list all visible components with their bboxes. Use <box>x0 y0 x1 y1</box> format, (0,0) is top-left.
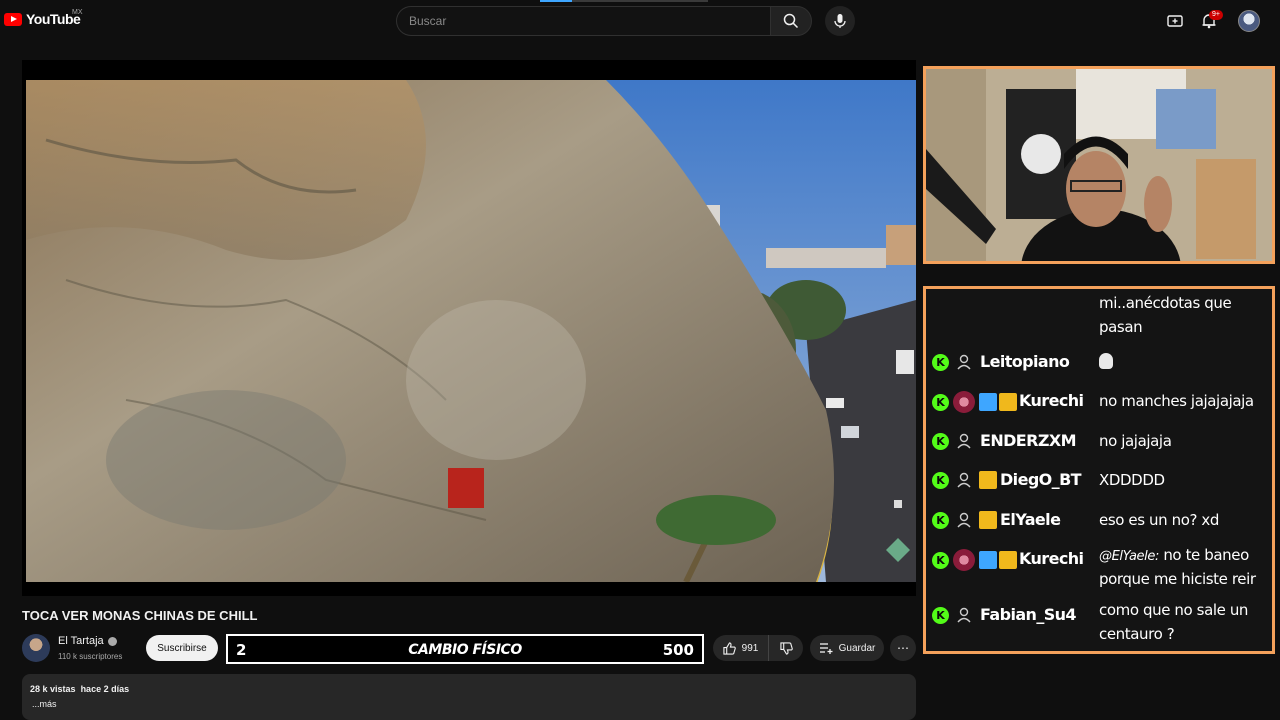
show-more-link[interactable]: ...más <box>32 699 57 709</box>
verified-icon <box>107 636 117 646</box>
region-code: MX <box>72 9 83 16</box>
crown-badge-icon <box>999 551 1017 569</box>
more-actions-button[interactable]: ⋯ <box>890 635 916 661</box>
youtube-logo[interactable]: YouTube MX <box>4 9 83 27</box>
video-content <box>26 80 916 582</box>
kick-badge-icon: K <box>932 354 949 371</box>
save-icon <box>819 643 833 654</box>
kick-badge-icon: K <box>932 552 949 569</box>
subscriber-count: 110 k suscriptores <box>58 652 123 661</box>
chat-text: @ElYaele: no te baneo <box>1099 543 1269 569</box>
account-avatar[interactable] <box>1238 10 1260 32</box>
channel-name-link[interactable]: El Tartaja <box>58 635 117 647</box>
person-icon <box>957 354 971 370</box>
chat-username[interactable]: Kurechi <box>1019 549 1084 568</box>
chat-username[interactable]: ElYaele <box>1000 510 1061 529</box>
person-icon <box>957 472 971 488</box>
chat-text: como que no sale un <box>1099 601 1249 619</box>
kick-badge-icon: K <box>932 607 949 624</box>
save-button[interactable]: Guardar <box>810 635 884 661</box>
more-icon: ⋯ <box>897 641 909 655</box>
emote-icon <box>1099 353 1113 369</box>
webcam-overlay <box>923 66 1275 264</box>
chat-text: no manches jajajajaja <box>1099 392 1254 410</box>
video-title: TOCA VER MONAS CHINAS DE CHILL <box>22 608 258 623</box>
chat-mention[interactable]: @ElYaele: <box>1099 549 1159 564</box>
person-icon <box>957 512 971 528</box>
view-stats: 28 k vistas hace 2 días <box>30 684 129 694</box>
upload-age: hace 2 días <box>80 684 130 694</box>
chat-message: K Fabian_Su4 como que no sale un centaur… <box>926 599 1272 649</box>
kick-badge-icon: K <box>932 472 949 489</box>
chat-panel: mi..anécdotas que pasan K Leitopiano K K… <box>923 286 1275 654</box>
chat-text-line2: porque me hiciste reir <box>1099 570 1256 588</box>
chat-text <box>1099 350 1269 374</box>
kick-badge-icon: K <box>932 394 949 411</box>
create-button[interactable] <box>1166 12 1184 30</box>
dislike-button[interactable] <box>769 635 803 661</box>
chat-message: K Kurechi @ElYaele: no te baneo porque m… <box>926 543 1272 593</box>
person-icon <box>957 607 971 623</box>
chat-message-continuation: mi..anécdotas que <box>1099 294 1232 312</box>
dislike-icon <box>779 641 793 655</box>
chat-message: K Kurechi no manches jajajajaja <box>926 386 1272 422</box>
chat-username[interactable]: DiegO_BT <box>1000 470 1082 489</box>
channel-avatar[interactable] <box>22 634 50 662</box>
chat-username[interactable]: Kurechi <box>1019 391 1084 410</box>
user-avatar-badge <box>953 549 975 571</box>
stream-overlay-bar: 2 CAMBIO FÍSICO 500 <box>226 634 704 664</box>
like-button[interactable]: 991 <box>713 635 769 661</box>
save-label: Guardar <box>838 642 876 654</box>
user-avatar-badge <box>953 391 975 413</box>
search-input[interactable] <box>397 7 770 35</box>
like-count: 991 <box>741 642 759 654</box>
webcam-image <box>926 69 1272 261</box>
crown-badge-icon <box>979 511 997 529</box>
overlay-center-text: CAMBIO FÍSICO <box>408 642 522 658</box>
chat-username[interactable]: Leitopiano <box>980 352 1070 371</box>
kick-badge-icon: K <box>932 433 949 450</box>
loading-bar <box>540 0 708 2</box>
chat-message: K ENDERZXM no jajajaja <box>926 426 1272 462</box>
video-frame[interactable] <box>26 80 916 582</box>
overlay-right-number: 500 <box>662 641 694 659</box>
chat-message: K DiegO_BT XDDDDD <box>926 465 1272 501</box>
chat-message: K Leitopiano <box>926 347 1272 383</box>
chat-message: K ElYaele eso es un no? xd <box>926 505 1272 541</box>
voice-search-button[interactable] <box>825 6 855 36</box>
crown-badge-icon <box>999 393 1017 411</box>
mic-icon <box>834 14 846 28</box>
chat-username[interactable]: Fabian_Su4 <box>980 605 1077 624</box>
masthead: YouTube MX 9+ <box>0 0 1280 42</box>
chat-text: eso es un no? xd <box>1099 511 1219 529</box>
chat-username[interactable]: ENDERZXM <box>980 431 1077 450</box>
create-icon <box>1167 15 1183 27</box>
chat-text: XDDDDD <box>1099 471 1165 489</box>
chat-text: no jajajaja <box>1099 432 1172 450</box>
person-icon <box>957 433 971 449</box>
search-box[interactable] <box>396 6 770 36</box>
like-dislike-group: 991 <box>713 635 803 661</box>
sword-badge-icon <box>979 393 997 411</box>
kick-badge-icon: K <box>932 512 949 529</box>
crown-badge-icon <box>979 471 997 489</box>
chat-text-line1: no te baneo <box>1163 546 1249 564</box>
like-icon <box>723 641 736 655</box>
search-icon <box>783 13 799 29</box>
view-count: 28 k vistas <box>30 684 76 694</box>
chat-text-line2: centauro ? <box>1099 625 1175 643</box>
channel-name: El Tartaja <box>58 635 104 647</box>
search-button[interactable] <box>770 6 812 36</box>
sword-badge-icon <box>979 551 997 569</box>
chat-message-continuation: pasan <box>1099 318 1143 336</box>
subscribe-button[interactable]: Suscribirse <box>146 635 218 661</box>
description-box[interactable]: 28 k vistas hace 2 días ...más <box>22 674 916 720</box>
notification-count-badge: 9+ <box>1209 10 1223 20</box>
youtube-play-icon <box>4 12 22 26</box>
